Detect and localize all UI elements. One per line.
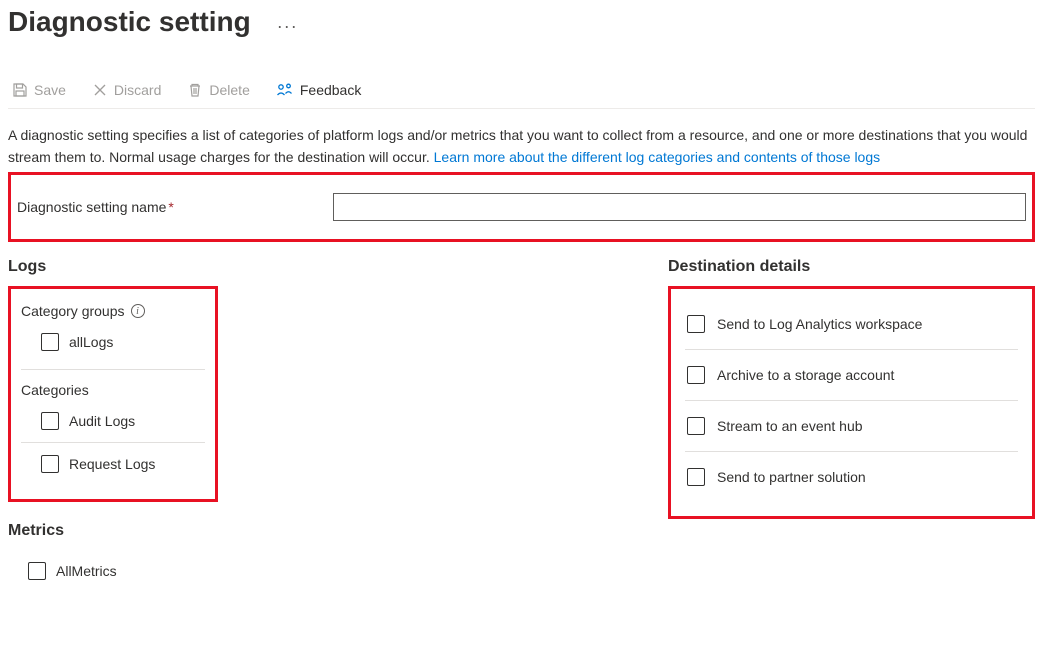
dest-row-partner: Send to partner solution [685, 452, 1018, 502]
auditlogs-label: Audit Logs [69, 413, 135, 429]
info-icon[interactable]: i [131, 304, 145, 318]
allmetrics-checkbox[interactable] [28, 562, 46, 580]
dest-row-loganalytics: Send to Log Analytics workspace [685, 299, 1018, 350]
required-indicator: * [168, 199, 173, 215]
dest-partner-label: Send to partner solution [717, 469, 866, 485]
alllogs-checkbox[interactable] [41, 333, 59, 351]
checkbox-row-alllogs: allLogs [21, 321, 205, 363]
discard-button[interactable]: Discard [88, 80, 165, 100]
dest-partner-checkbox[interactable] [687, 468, 705, 486]
checkbox-row-requestlogs: Request Logs [21, 443, 205, 485]
checkbox-row-allmetrics: AllMetrics [8, 550, 648, 592]
auditlogs-checkbox[interactable] [41, 412, 59, 430]
delete-label: Delete [209, 82, 249, 98]
delete-icon [187, 82, 203, 98]
categories-heading: Categories [21, 382, 205, 398]
feedback-label: Feedback [300, 82, 361, 98]
dest-storage-label: Archive to a storage account [717, 367, 894, 383]
alllogs-label: allLogs [69, 334, 113, 350]
description: A diagnostic setting specifies a list of… [8, 125, 1035, 168]
dest-loganalytics-label: Send to Log Analytics workspace [717, 316, 922, 332]
save-button[interactable]: Save [8, 80, 70, 100]
checkbox-row-auditlogs: Audit Logs [21, 400, 205, 443]
discard-label: Discard [114, 82, 161, 98]
destinations-highlight: Send to Log Analytics workspace Archive … [668, 286, 1035, 519]
name-row-highlight: Diagnostic setting name* [8, 172, 1035, 242]
delete-button[interactable]: Delete [183, 80, 253, 100]
save-label: Save [34, 82, 66, 98]
setting-name-input[interactable] [333, 193, 1026, 221]
setting-name-label: Diagnostic setting name* [17, 199, 317, 215]
metrics-heading: Metrics [8, 522, 648, 540]
toolbar: Save Discard Delete Feedback [8, 76, 1035, 109]
more-icon[interactable]: ··· [277, 16, 298, 37]
dest-loganalytics-checkbox[interactable] [687, 315, 705, 333]
save-icon [12, 82, 28, 98]
logs-highlight: Category groups i allLogs Categories Aud… [8, 286, 218, 502]
learn-more-link[interactable]: Learn more about the different log categ… [434, 149, 880, 165]
requestlogs-checkbox[interactable] [41, 455, 59, 473]
feedback-button[interactable]: Feedback [272, 80, 365, 100]
dest-storage-checkbox[interactable] [687, 366, 705, 384]
discard-icon [92, 82, 108, 98]
page-title: Diagnostic setting [8, 6, 251, 38]
destination-heading: Destination details [668, 258, 1035, 276]
dest-eventhub-checkbox[interactable] [687, 417, 705, 435]
dest-row-storage: Archive to a storage account [685, 350, 1018, 401]
allmetrics-label: AllMetrics [56, 563, 117, 579]
dest-eventhub-label: Stream to an event hub [717, 418, 863, 434]
logs-heading: Logs [8, 258, 648, 276]
requestlogs-label: Request Logs [69, 456, 155, 472]
dest-row-eventhub: Stream to an event hub [685, 401, 1018, 452]
category-groups-heading: Category groups i [21, 303, 205, 319]
feedback-icon [276, 82, 294, 98]
